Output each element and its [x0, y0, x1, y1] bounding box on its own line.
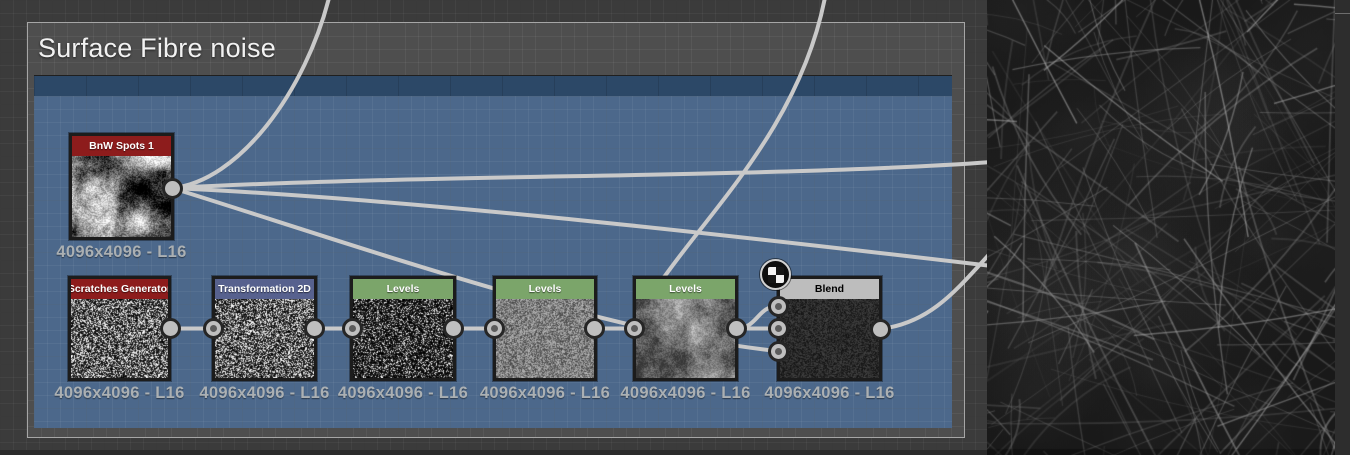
node-header-levels-3: Levels [636, 279, 735, 299]
input-connector-levels-2-1[interactable] [484, 318, 505, 339]
node-thumbnail-transformation-2d [215, 299, 314, 378]
input-dot [491, 325, 498, 332]
input-connector-blend-3[interactable] [768, 340, 789, 362]
output-connector-transformation-2d[interactable] [304, 318, 325, 339]
output-connector-levels-3[interactable] [725, 318, 747, 339]
node-thumbnail-levels-2 [496, 299, 594, 378]
input-dot [775, 302, 782, 310]
input-dot [210, 325, 217, 332]
node-size-label-blend: 4096x4096 - L16 [764, 384, 895, 402]
node-header-levels-2: Levels [496, 279, 594, 299]
node-thumbnail-blend [780, 299, 879, 378]
node-header-bnw-spots-1: BnW Spots 1 [72, 136, 171, 156]
node-graph-canvas[interactable]: Surface Fibre noise BnW Spots 1 4096x4096… [0, 0, 1350, 455]
node-levels-1[interactable]: Levels [350, 276, 456, 381]
node-levels-3[interactable]: Levels [633, 276, 738, 381]
node-scratches-generator[interactable]: Scratches Generator [68, 276, 171, 381]
input-connector-blend-1[interactable] [768, 295, 789, 317]
node-header-scratches-generator: Scratches Generator [71, 279, 168, 299]
wire-bnwspots-to-offscreen-right-upper[interactable] [170, 160, 994, 190]
grayscale-checker-icon[interactable] [760, 259, 791, 290]
input-dot [348, 325, 356, 332]
input-connector-transformation-2d-1[interactable] [203, 318, 224, 339]
node-transformation-2d[interactable]: Transformation 2D [212, 276, 317, 381]
node-levels-2[interactable]: Levels [493, 276, 597, 381]
output-connector-levels-2[interactable] [584, 318, 605, 339]
node-thumbnail-scratches-generator [71, 299, 168, 378]
wire-bnwspots-to-offscreen-top[interactable] [170, 0, 331, 190]
right-panel-edge [1335, 0, 1350, 455]
output-connector-blend[interactable] [869, 318, 891, 340]
node-blend[interactable]: Blend [777, 276, 882, 381]
node-thumbnail-levels-1 [353, 299, 453, 378]
fibre-noise-preview-image[interactable] [987, 0, 1335, 455]
node-bnw-spots-1[interactable]: BnW Spots 1 [69, 133, 174, 240]
node-header-blend: Blend [780, 279, 879, 299]
output-connector-levels-1[interactable] [443, 318, 464, 339]
node-header-levels-1: Levels [353, 279, 453, 299]
node-size-label-bnw-spots-1: 4096x4096 - L16 [56, 243, 187, 261]
output-connector-bnw-spots-1[interactable] [161, 177, 183, 199]
input-connector-levels-3-1[interactable] [624, 318, 645, 339]
node-thumbnail-levels-3 [636, 299, 735, 378]
input-dot [631, 325, 638, 332]
checker-glyph [767, 266, 784, 283]
bottom-window-edge [0, 450, 987, 455]
input-connector-levels-1-1[interactable] [341, 318, 363, 339]
input-connector-blend-2[interactable] [768, 318, 789, 339]
right-panel-separator [1335, 13, 1350, 14]
node-thumbnail-bnw-spots-1 [72, 156, 171, 237]
output-connector-scratches-generator[interactable] [159, 318, 181, 339]
node-header-transformation-2d: Transformation 2D [215, 279, 314, 299]
input-dot [775, 347, 782, 355]
input-dot [775, 325, 782, 332]
